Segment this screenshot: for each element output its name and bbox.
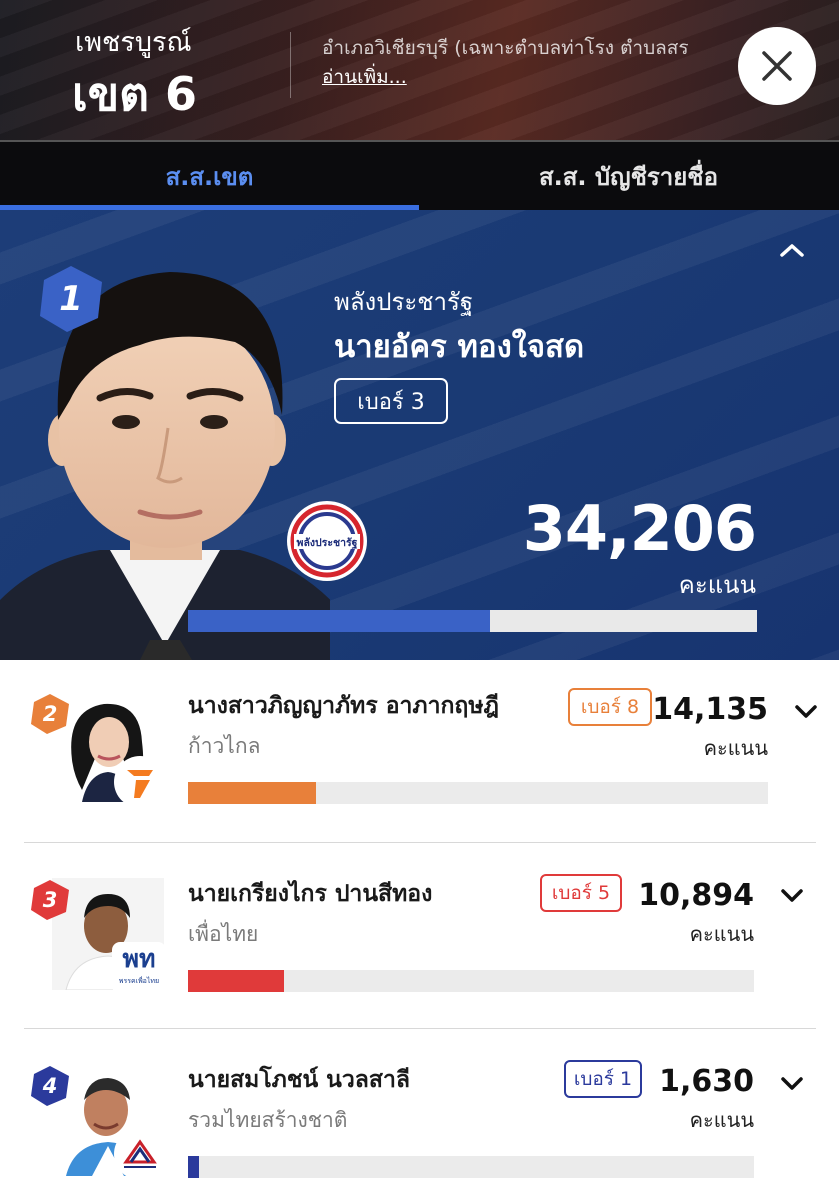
- party-logo: [114, 756, 166, 808]
- move-forward-logo-icon: [115, 757, 165, 807]
- area-description: อำเภอวิเชียรบุรี (เฉพาะตำบลท่าโรง ตำบลสร…: [322, 34, 722, 92]
- expand-button[interactable]: [776, 1070, 808, 1098]
- winner-card: 1 พลังประชารัฐ นายอัคร ทองใจสด เบอร์ 3 พ…: [0, 210, 839, 660]
- district-header: เพชรบูรณ์ เขต 6 อำเภอวิเชียรบุรี (เฉพาะต…: [0, 0, 839, 140]
- candidate-vote-bar-fill: [188, 782, 316, 804]
- district-title: เขต 6: [72, 67, 198, 121]
- winner-name: นายอัคร ทองใจสด: [334, 329, 585, 365]
- party-logo-text: พท: [122, 944, 156, 973]
- ruam-thai-logo-icon: [115, 1129, 165, 1179]
- chevron-down-icon: [795, 705, 817, 718]
- header-divider: [290, 32, 291, 98]
- candidate-votes-label: คะแนน: [689, 1108, 754, 1132]
- winner-votes: 34,206: [522, 492, 757, 565]
- expand-button[interactable]: [776, 882, 808, 910]
- winner-ballot-number: เบอร์ 3: [334, 378, 448, 424]
- close-icon: [762, 51, 792, 81]
- collapse-button[interactable]: [770, 232, 814, 268]
- candidate-vote-bar: [188, 1156, 754, 1178]
- row-divider: [24, 842, 816, 843]
- candidate-name: นายสมโภชน์ นวลสาลี: [188, 1067, 410, 1093]
- candidate-ballot-number: เบอร์ 8: [568, 688, 652, 726]
- chevron-up-icon: [780, 244, 804, 257]
- candidate-votes-label: คะแนน: [703, 736, 768, 760]
- winner-vote-bar-fill: [188, 610, 490, 632]
- expand-button[interactable]: [790, 698, 822, 726]
- party-logo: [114, 1128, 166, 1180]
- pheu-thai-logo-icon: พท พรรคเพื่อไทย: [112, 942, 166, 994]
- tab-party-list-mp[interactable]: ส.ส. บัญชีรายชื่อ: [419, 142, 838, 210]
- province-name: เพชรบูรณ์: [75, 27, 192, 58]
- candidate-ballot-number: เบอร์ 1: [564, 1060, 642, 1098]
- winner-vote-bar: [188, 610, 757, 632]
- winner-rank-number: 1: [59, 279, 83, 319]
- candidate-rank-number: 4: [42, 1074, 58, 1098]
- candidate-party: เพื่อไทย: [188, 922, 259, 946]
- candidate-rank-number: 3: [42, 888, 58, 912]
- candidate-rank-badge: 4: [28, 1064, 72, 1108]
- candidate-party: รวมไทยสร้างชาติ: [188, 1108, 348, 1132]
- candidate-name: นายเกรียงไกร ปานสีทอง: [188, 881, 433, 907]
- party-logo-subtext: พรรคเพื่อไทย: [118, 977, 160, 985]
- candidate-row-4: 4 นายสมโภชน์ นวลสาลี รวมไทยสร้างชาติ เบอ…: [24, 1032, 816, 1200]
- winner-rank-badge: 1: [34, 262, 108, 336]
- read-more-link[interactable]: อ่านเพิ่ม...: [322, 66, 407, 88]
- chevron-down-icon: [781, 889, 803, 902]
- winner-logo-text: พลังประชารัฐ: [297, 537, 358, 549]
- winner-votes-label: คะแนน: [678, 571, 756, 599]
- winner-party: พลังประชารัฐ: [334, 288, 474, 316]
- candidate-ballot-number: เบอร์ 5: [540, 874, 622, 912]
- candidate-vote-bar-fill: [188, 1156, 200, 1178]
- area-description-text: อำเภอวิเชียรบุรี (เฉพาะตำบลท่าโรง ตำบลสร: [322, 37, 689, 59]
- candidate-vote-bar: [188, 970, 754, 992]
- candidate-votes-label: คะแนน: [689, 922, 754, 946]
- candidate-name: นางสาวภิญญาภัทร อาภากฤษฎี: [188, 693, 499, 719]
- close-button[interactable]: [738, 27, 816, 105]
- candidate-vote-bar-fill: [188, 970, 285, 992]
- candidate-vote-bar: [188, 782, 768, 804]
- candidate-votes: 10,894: [638, 878, 754, 913]
- palang-pracharat-logo-icon: พลังประชารัฐ: [287, 501, 367, 581]
- result-tabs: ส.ส.เขต ส.ส. บัญชีรายชื่อ: [0, 140, 839, 212]
- chevron-down-icon: [781, 1077, 803, 1090]
- tab-constituency-mp[interactable]: ส.ส.เขต: [0, 142, 419, 212]
- row-divider: [24, 1028, 816, 1029]
- candidate-votes: 1,630: [659, 1064, 754, 1099]
- candidate-rank-badge: 3: [28, 878, 72, 922]
- party-logo: พท พรรคเพื่อไทย: [112, 942, 166, 994]
- candidate-row-2: 2 นางสาวภิญญาภัทร อาภากฤษฎี ก้าวไกล เบอร…: [24, 660, 817, 846]
- candidate-party: ก้าวไกล: [188, 734, 261, 758]
- candidate-rank-number: 2: [42, 702, 58, 726]
- candidate-rank-badge: 2: [28, 692, 72, 736]
- candidate-votes: 14,135: [652, 692, 768, 727]
- candidate-row-3: 3 พท พรรคเพื่อไทย นายเกรียงไกร ปานสีทอง …: [24, 846, 816, 1032]
